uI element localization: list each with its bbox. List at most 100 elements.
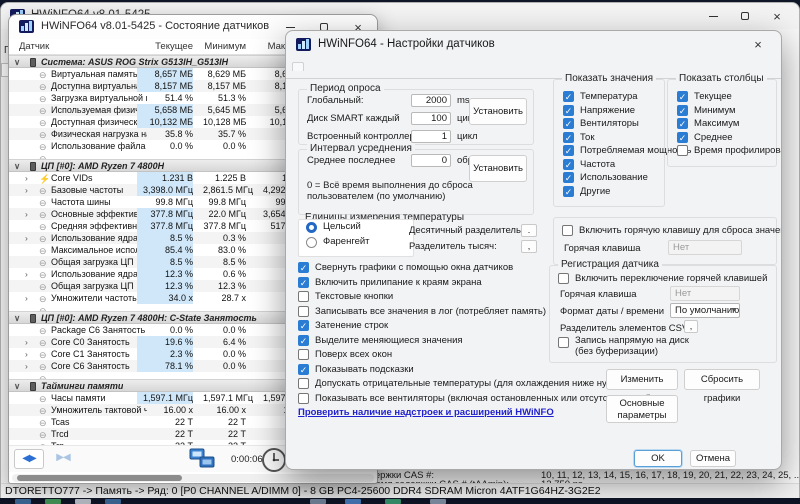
checkbox[interactable] <box>298 334 309 346</box>
checkbox[interactable] <box>563 172 574 183</box>
expand-chevron-icon[interactable]: › <box>25 232 35 244</box>
checkbox[interactable] <box>677 145 688 156</box>
taskbar-icon[interactable] <box>45 499 61 504</box>
expand-chevron-icon[interactable]: › <box>25 360 35 372</box>
hotkey-input[interactable]: Нет <box>668 240 742 255</box>
network-icon[interactable] <box>189 448 215 475</box>
maximize-button[interactable] <box>729 4 761 28</box>
checkbox[interactable] <box>298 349 309 360</box>
checkbox[interactable] <box>562 225 573 236</box>
expand-chevron-icon[interactable]: › <box>25 268 35 280</box>
checkbox-row[interactable]: Другие <box>563 185 662 199</box>
checkbox[interactable] <box>677 118 688 129</box>
taskbar-icon[interactable] <box>430 499 446 504</box>
checkbox[interactable] <box>298 392 309 404</box>
checkbox-row[interactable]: Вентиляторы <box>563 117 662 131</box>
horizontal-scrollbar[interactable] <box>12 474 374 482</box>
checkbox[interactable] <box>298 320 309 331</box>
minimize-button[interactable] <box>697 4 729 28</box>
column-header-current[interactable]: Текущее <box>137 41 193 52</box>
ok-button[interactable]: OK <box>634 450 682 467</box>
checkbox[interactable] <box>298 363 309 375</box>
expand-chevron-icon[interactable]: › <box>25 348 35 360</box>
radio-row[interactable]: Фаренгейт <box>299 235 413 250</box>
poll-value-input[interactable]: 2000 <box>411 94 451 107</box>
checkbox[interactable] <box>677 91 688 102</box>
swap-arrows-button[interactable]: ◀▶ <box>14 449 44 469</box>
expand-chevron-icon[interactable]: › <box>25 336 35 348</box>
checkbox[interactable] <box>298 305 309 317</box>
poll-value-input[interactable]: 0 <box>411 154 451 167</box>
dialog-tab[interactable] <box>388 62 400 71</box>
checkbox-row[interactable]: Использование <box>563 171 662 185</box>
checkbox[interactable] <box>298 378 309 389</box>
checkbox[interactable] <box>563 104 574 116</box>
dialog-tab[interactable] <box>316 62 328 71</box>
checkbox[interactable] <box>298 291 309 302</box>
taskbar-icon[interactable] <box>75 499 91 504</box>
dialog-tab[interactable] <box>340 62 352 71</box>
checkbox-row[interactable]: Напряжение <box>563 104 662 118</box>
checkbox[interactable] <box>298 262 309 273</box>
csv-separator-input[interactable]: , <box>684 320 698 333</box>
taskbar-icon[interactable] <box>385 499 401 504</box>
reset-graphs-button[interactable]: Сбросить графики <box>684 369 760 404</box>
dialog-tab[interactable] <box>328 62 340 71</box>
checkbox-row[interactable]: Потребляемая мощность <box>563 144 692 158</box>
enable-reset-hotkey-row[interactable]: Включить горячую клавишу для сброса знач… <box>562 224 781 237</box>
direct-write-row[interactable]: Запись напрямую на диск (без буферизации… <box>558 335 695 357</box>
checkbox[interactable] <box>677 131 688 143</box>
checkbox-row[interactable]: Текущее <box>677 90 774 104</box>
checkbox-row[interactable]: Частота <box>563 158 662 172</box>
expand-chevron-icon[interactable]: › <box>25 208 35 220</box>
taskbar-icon[interactable] <box>105 499 121 504</box>
separator-value-input[interactable]: . <box>521 224 537 237</box>
separator-value-input[interactable]: , <box>521 240 537 253</box>
close-button[interactable]: × <box>761 4 793 28</box>
taskbar-icon[interactable] <box>310 499 326 504</box>
expand-chevron-icon[interactable]: › <box>25 292 35 304</box>
radio-row[interactable]: Цельсий <box>299 220 413 235</box>
column-header-sensor[interactable]: Датчик <box>19 41 49 52</box>
hotkey-input[interactable]: Нет <box>670 286 740 301</box>
checkbox[interactable] <box>563 91 574 102</box>
expand-chevron-icon[interactable]: › <box>25 172 35 184</box>
dialog-tab[interactable] <box>304 62 316 71</box>
set-averaging-button[interactable]: Установить <box>469 155 527 182</box>
dialog-tab[interactable] <box>376 62 388 71</box>
radio-button[interactable] <box>306 222 317 233</box>
checkbox[interactable] <box>558 337 569 348</box>
checkbox-row[interactable]: Среднее <box>677 131 774 145</box>
dialog-tab[interactable] <box>364 62 376 71</box>
set-poll-button[interactable]: Установить <box>469 98 527 125</box>
checkbox[interactable] <box>563 118 574 129</box>
checkbox-row[interactable]: Минимум <box>677 104 774 118</box>
checkbox-row[interactable]: Температура <box>563 90 662 104</box>
checkbox[interactable] <box>558 273 569 284</box>
close-button[interactable]: × <box>743 34 773 56</box>
dialog-tab[interactable] <box>292 62 304 71</box>
radio-button[interactable] <box>306 237 317 248</box>
dialog-tab[interactable] <box>352 62 364 71</box>
poll-value-input[interactable]: 100 <box>411 112 451 125</box>
change-font-button[interactable]: Изменить шрифт <box>606 369 678 404</box>
check-addons-link[interactable]: Проверить наличие надстроек и расширений… <box>298 407 554 418</box>
checkbox-row[interactable]: Время профилирования <box>677 144 781 158</box>
scrollbar-thumb[interactable] <box>17 475 182 481</box>
poll-value-input[interactable]: 1 <box>411 130 451 143</box>
expand-chevron-icon[interactable]: › <box>25 184 35 196</box>
checkbox-row[interactable]: Максимум <box>677 117 774 131</box>
main-settings-button[interactable]: Основные параметры <box>606 395 678 423</box>
checkbox[interactable] <box>563 185 574 197</box>
checkbox[interactable] <box>677 104 688 116</box>
checkbox-row[interactable]: Ток <box>563 131 662 145</box>
column-header-minimum[interactable]: Минимум <box>203 41 246 52</box>
checkbox-row[interactable]: Показывать все вентиляторы (включая оста… <box>298 392 768 407</box>
date-format-select[interactable]: По умолчанию ▼ <box>670 303 740 318</box>
taskbar[interactable] <box>0 498 800 504</box>
taskbar-icon[interactable] <box>15 499 31 504</box>
checkbox[interactable] <box>298 276 309 288</box>
taskbar-icon[interactable] <box>345 499 361 504</box>
enable-toggle-hotkey-row[interactable]: Включить переключение горячей клавишей <box>558 272 767 285</box>
checkbox[interactable] <box>563 145 574 156</box>
